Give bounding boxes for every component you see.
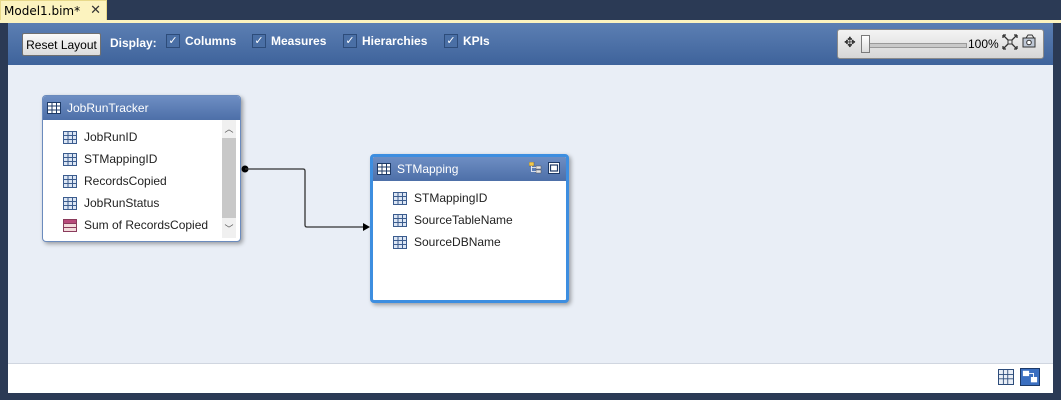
- table-row[interactable]: JobRunID: [63, 130, 137, 144]
- fit-to-window-icon[interactable]: [1002, 34, 1018, 50]
- table-row[interactable]: SourceTableName: [393, 213, 513, 227]
- row-label: JobRunStatus: [84, 196, 160, 210]
- grid-view-icon[interactable]: [998, 369, 1014, 385]
- columns-label: Columns: [185, 34, 237, 48]
- table-row[interactable]: Sum of RecordsCopied: [63, 218, 208, 232]
- document-tab-model1[interactable]: Model1.bim* ✕: [0, 0, 107, 21]
- close-icon[interactable]: ✕: [90, 3, 101, 18]
- table-name: JobRunTracker: [67, 101, 149, 115]
- reset-layout-button[interactable]: Reset Layout: [22, 33, 101, 56]
- columns-checkbox[interactable]: ✓ Columns: [166, 34, 236, 48]
- zoom-slider-thumb[interactable]: [861, 35, 870, 53]
- table-row[interactable]: STMappingID: [63, 152, 157, 166]
- kpis-checkbox[interactable]: ✓ KPIs: [444, 34, 490, 48]
- hierarchies-label: Hierarchies: [362, 34, 428, 48]
- row-label: SourceTableName: [414, 213, 513, 227]
- table-jobruntracker[interactable]: JobRunTracker JobRunID STMappingID Recor…: [42, 95, 241, 242]
- column-icon: [393, 191, 407, 205]
- column-icon: [393, 235, 407, 249]
- row-label: SourceDBName: [414, 235, 501, 249]
- hierarchies-checkbox[interactable]: ✓ Hierarchies: [343, 34, 427, 48]
- relationship-arrow-icon: [363, 223, 370, 231]
- table-header[interactable]: JobRunTracker: [43, 96, 240, 120]
- table-scrollbar[interactable]: ︿ ﹀: [222, 120, 236, 238]
- measures-checkbox[interactable]: ✓ Measures: [252, 34, 326, 48]
- kpis-label: KPIs: [463, 34, 490, 48]
- tab-title: Model1.bim*: [4, 4, 81, 18]
- table-header[interactable]: STMapping: [373, 157, 566, 181]
- display-label: Display:: [110, 36, 157, 50]
- table-row[interactable]: STMappingID: [393, 191, 487, 205]
- table-stmapping[interactable]: STMapping STMappingID SourceTableName So…: [370, 154, 569, 303]
- scroll-up-icon[interactable]: ︿: [222, 122, 236, 135]
- column-icon: [63, 196, 77, 210]
- table-row[interactable]: JobRunStatus: [63, 196, 159, 210]
- pan-move-icon[interactable]: ✥: [844, 35, 856, 51]
- checkmark-icon: ✓: [343, 34, 357, 48]
- column-icon: [393, 213, 407, 227]
- header-actions: [529, 162, 560, 174]
- column-icon: [63, 152, 77, 166]
- column-icon: [63, 130, 77, 144]
- column-icon: [63, 174, 77, 188]
- row-label: JobRunID: [84, 130, 138, 144]
- zoom-percent: 100%: [968, 37, 999, 51]
- diagram-view-icon[interactable]: [1020, 368, 1040, 386]
- table-name: STMapping: [397, 162, 459, 176]
- row-label: Sum of RecordsCopied: [84, 218, 209, 232]
- row-label: STMappingID: [414, 191, 488, 205]
- document-tab-strip: Model1.bim* ✕: [0, 0, 1061, 23]
- row-label: RecordsCopied: [84, 174, 167, 188]
- hierarchy-icon[interactable]: [529, 162, 542, 174]
- checkmark-icon: ✓: [252, 34, 266, 48]
- minimap-icon[interactable]: [1022, 34, 1038, 50]
- designer-statusbar: [8, 363, 1053, 393]
- scroll-down-icon[interactable]: ﹀: [222, 222, 236, 235]
- diagram-toolbar: Reset Layout Display: ✓ Columns ✓ Measur…: [8, 23, 1053, 65]
- zoom-slider-track[interactable]: [865, 43, 967, 48]
- zoom-panel: ✥ 100%: [837, 29, 1044, 59]
- checkmark-icon: ✓: [166, 34, 180, 48]
- measures-label: Measures: [271, 34, 327, 48]
- maximize-icon[interactable]: [548, 162, 560, 174]
- table-icon: [377, 163, 391, 175]
- table-row[interactable]: RecordsCopied: [63, 174, 167, 188]
- measure-icon: [63, 218, 77, 232]
- table-icon: [47, 102, 61, 114]
- table-row[interactable]: SourceDBName: [393, 235, 501, 249]
- diagram-canvas[interactable]: JobRunTracker JobRunID STMappingID Recor…: [8, 65, 1053, 363]
- scrollbar-thumb[interactable]: [222, 138, 236, 218]
- checkmark-icon: ✓: [444, 34, 458, 48]
- diagram-designer: Reset Layout Display: ✓ Columns ✓ Measur…: [8, 23, 1053, 393]
- row-label: STMappingID: [84, 152, 158, 166]
